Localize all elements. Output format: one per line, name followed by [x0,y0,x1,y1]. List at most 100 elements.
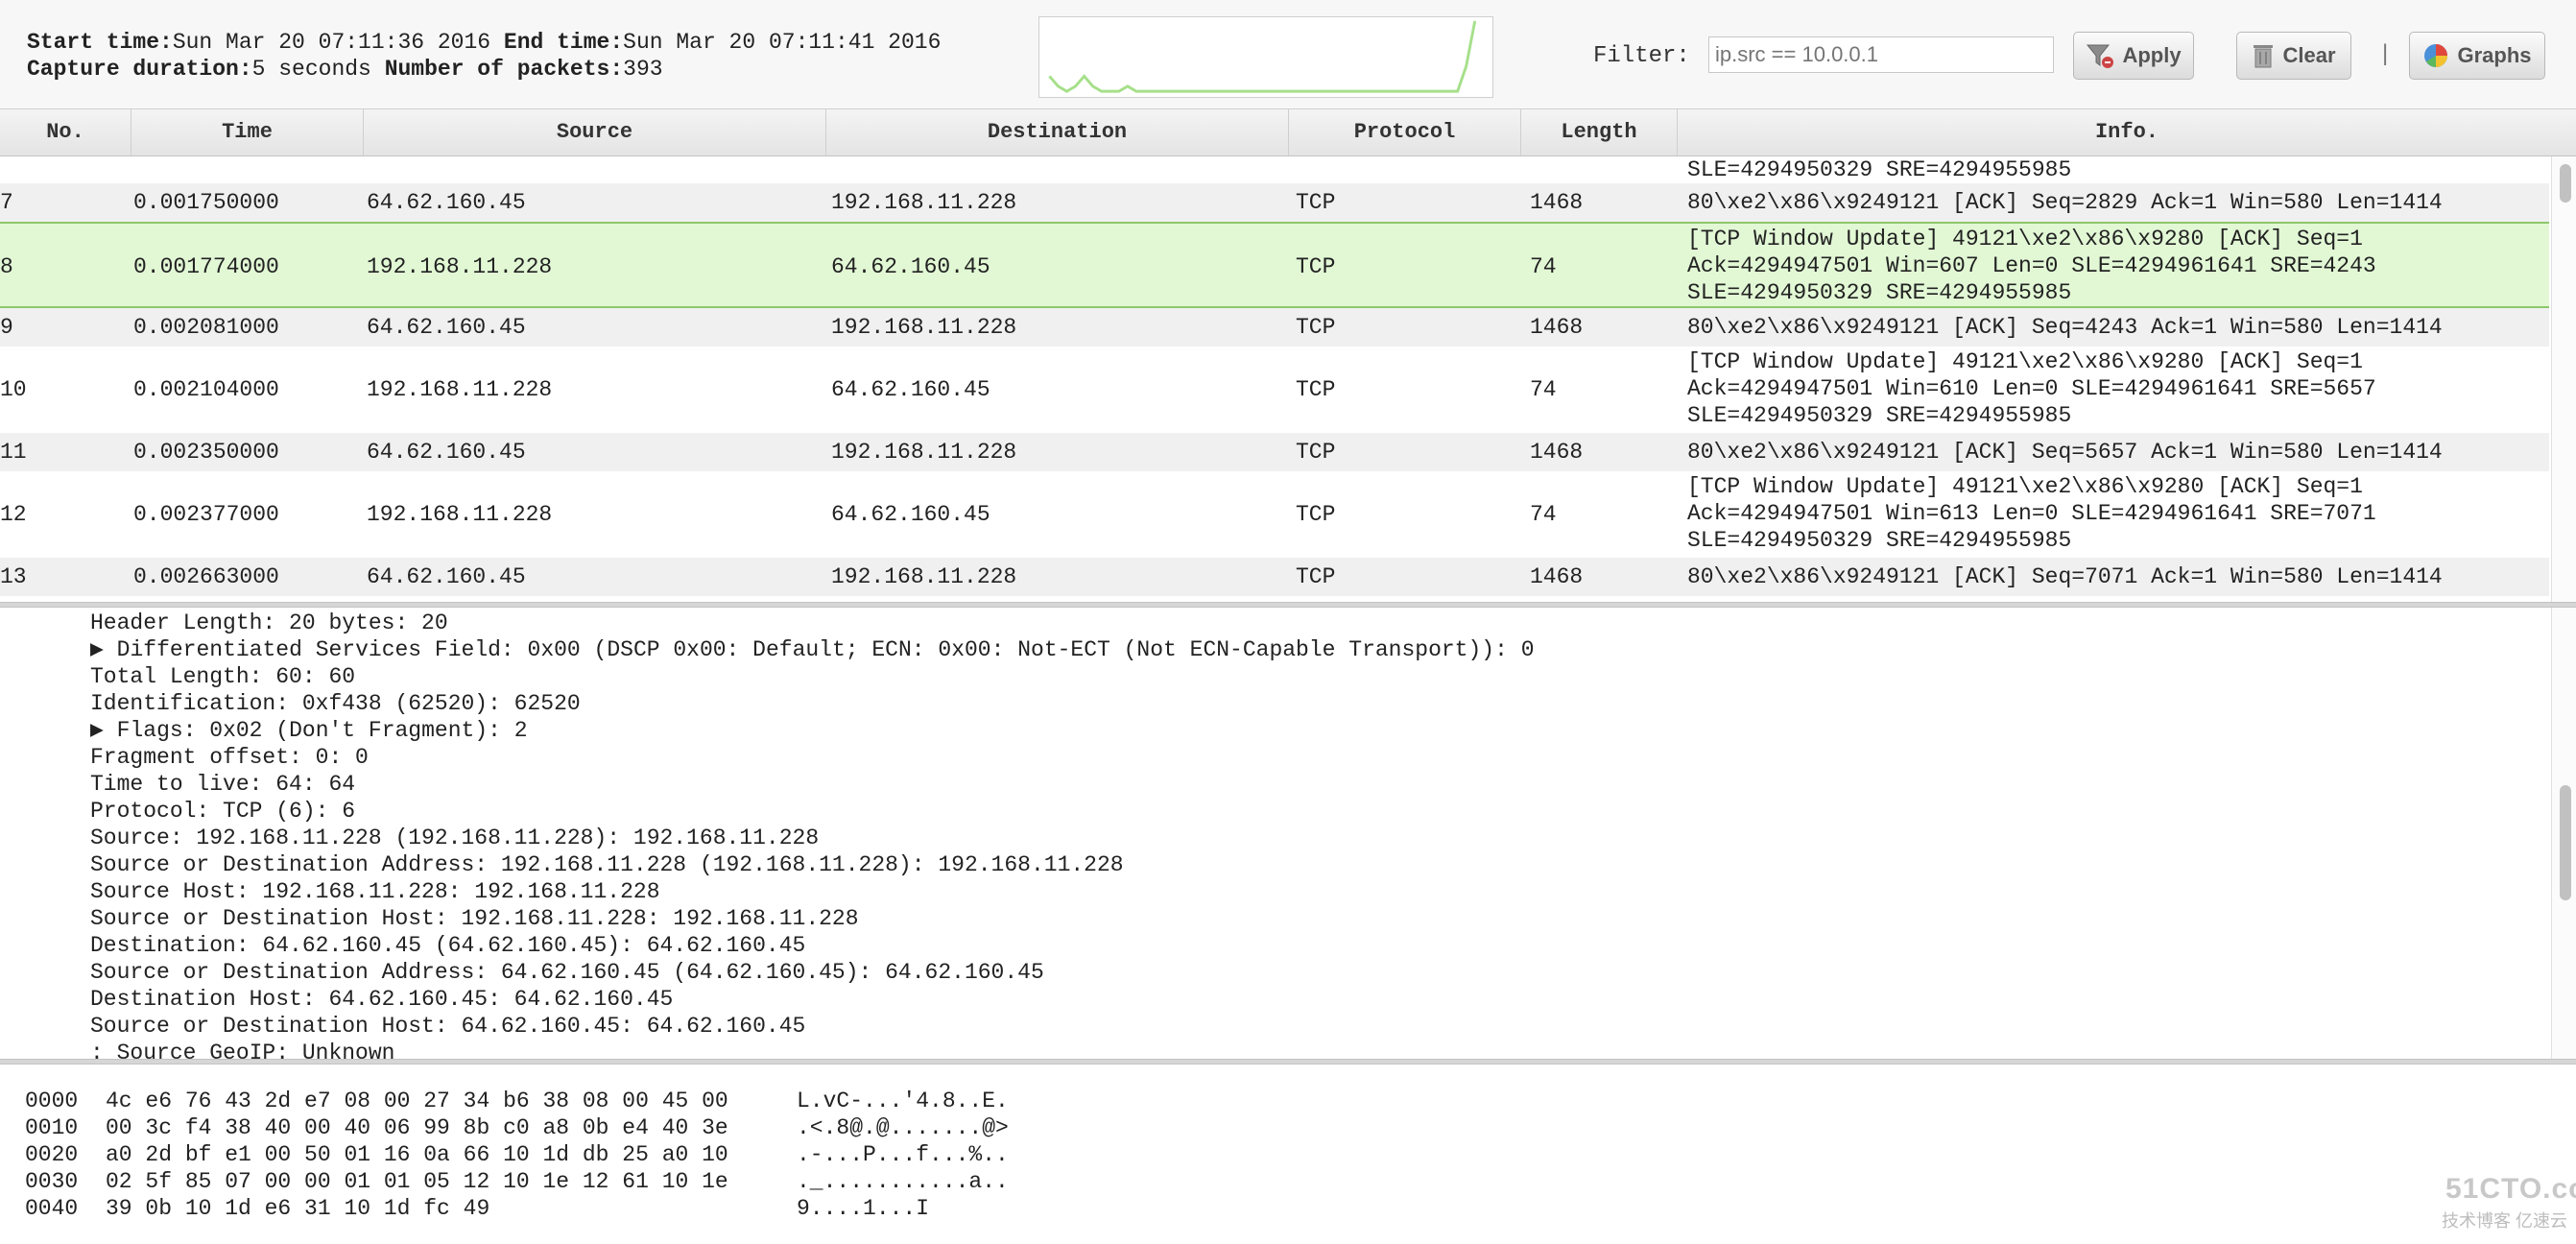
detail-line: Source or Destination Host: 64.62.160.45… [90,1013,805,1040]
hex-offset: 0000 [25,1088,79,1113]
packet-row[interactable]: 8 0.001774000 192.168.11.228 64.62.160.45 TC… [0,222,2549,308]
column-header-no[interactable]: No. [0,109,131,156]
packet-info-line: SLE=4294950329 SRE=4294955985 [1687,403,2072,428]
column-header-protocol[interactable]: Protocol [1289,109,1521,156]
packet-cell-no: 11 [0,440,27,465]
packet-cell-length: 1468 [1530,315,1584,340]
packet-row[interactable]: 13 0.002663000 64.62.160.45 192.168.11.228 T… [0,558,2549,596]
detail-text: Source or Destination Address: 192.168.1… [90,852,1124,877]
detail-text: : Source GeoIP: Unknown [90,1041,395,1059]
hex-bytes: 39 0b 10 1d e6 31 10 1d fc 49 [106,1196,490,1221]
traffic-sparkline [1038,16,1493,98]
graphs-button-label: Graphs [2457,43,2532,67]
hex-offset: 0020 [25,1142,79,1167]
packet-cell-source: 64.62.160.45 [367,440,526,465]
packet-row[interactable]: 10 0.002104000 192.168.11.228 64.62.160.45 T… [0,347,2549,433]
packet-cell-source: 64.62.160.45 [367,315,526,340]
packet-info-line: 80\xe2\x86\x9249121 [ACK] Seq=2829 Ack=1… [1687,190,2443,215]
packet-info-line: Ack=4294947501 Win=610 Len=0 SLE=4294961… [1687,376,2376,401]
graphs-button[interactable]: Graphs [2409,32,2545,80]
watermark-text: 51CTO.com [2445,1173,2576,1205]
packet-cell-destination: 192.168.11.228 [831,190,1017,215]
packet-cell-time: 0.001750000 [133,190,279,215]
packet-details-pane: Header Length: 20 bytes: 20 ▶ Differentia… [0,608,2549,1059]
packet-cell-source: 192.168.11.228 [367,377,553,402]
triangle-right-icon[interactable]: ▶ [90,718,117,743]
packet-cell-protocol: TCP [1296,254,1336,279]
detail-text: Source or Destination Host: 192.168.11.2… [90,906,859,931]
watermark-subtext: 技术博客 亿速云 [2442,1211,2568,1231]
packet-row[interactable]: 11 0.002350000 64.62.160.45 192.168.11.228 T… [0,433,2549,471]
packet-list-scroll-thumb[interactable] [2560,164,2571,203]
packet-info-line: 80\xe2\x86\x9249121 [ACK] Seq=4243 Ack=1… [1687,315,2443,340]
packet-cell-no: 13 [0,564,27,589]
packet-cell-protocol: TCP [1296,377,1336,402]
packet-cell-time: 0.002350000 [133,440,279,465]
triangle-right-icon[interactable]: ▶ [90,637,117,662]
packet-cell-length: 74 [1530,377,1557,402]
packet-cell-time: 0.002081000 [133,315,279,340]
packet-cell-protocol: TCP [1296,564,1336,589]
hex-offset: 0040 [25,1196,79,1221]
details-scroll-thumb[interactable] [2560,785,2571,900]
packet-cell-length: 1468 [1530,190,1584,215]
capture-stats-line: Capture duration:5 seconds Number of pac… [27,56,663,83]
packet-cell-source: 192.168.11.228 [367,254,553,279]
column-header-time[interactable]: Time [131,109,364,156]
packet-cell-no: 8 [0,254,13,279]
column-header-destination[interactable]: Destination [826,109,1289,156]
detail-text: Source or Destination Host: 64.62.160.45… [90,1014,806,1039]
packet-cell-no: 7 [0,190,13,215]
packet-info-line: SLE=4294950329 SRE=4294955985 [1687,157,2072,182]
packets-label: Number of packets: [384,57,624,82]
pane-divider[interactable] [0,1059,2576,1065]
hex-bytes: 02 5f 85 07 00 00 01 01 05 12 10 1e 12 6… [106,1169,728,1194]
packet-row[interactable]: 7 0.001750000 64.62.160.45 192.168.11.228 TC… [0,183,2549,222]
end-time-label: End time: [503,30,624,55]
column-header-length[interactable]: Length [1521,109,1678,156]
detail-line: Source Host: 192.168.11.228: 192.168.11.… [90,878,660,905]
detail-text: Time to live: 64: 64 [90,772,356,797]
column-header-source[interactable]: Source [364,109,826,156]
packet-cell-protocol: TCP [1296,190,1336,215]
detail-line: Destination Host: 64.62.160.45: 64.62.16… [90,986,673,1013]
detail-text: Header Length: 20 bytes: 20 [90,610,448,635]
detail-line: : Source GeoIP: Unknown [90,1040,394,1059]
apply-button-label: Apply [2122,43,2182,67]
detail-text: Fragment offset: 0: 0 [90,745,369,770]
detail-line: Source or Destination Address: 64.62.160… [90,959,1044,986]
sparkline-series [1048,20,1477,93]
detail-line[interactable]: ▶ Flags: 0x02 (Don't Fragment): 2 [90,717,528,744]
detail-text: Flags: 0x02 (Don't Fragment): 2 [116,718,528,743]
toolbar-separator: | [2382,40,2389,66]
packet-row[interactable]: 12 0.002377000 192.168.11.228 64.62.160.45 T… [0,471,2549,558]
filter-input[interactable] [1708,36,2054,73]
detail-line: Source or Destination Host: 192.168.11.2… [90,905,859,932]
packet-cell-time: 0.002663000 [133,564,279,589]
hex-ascii: 9....1...I [797,1196,930,1221]
detail-line: Fragment offset: 0: 0 [90,744,369,771]
packet-row[interactable]: 9 0.002081000 64.62.160.45 192.168.11.228 TC… [0,308,2549,347]
packets-value: 393 [623,57,663,82]
detail-text: Destination Host: 64.62.160.45: 64.62.16… [90,987,674,1012]
apply-button[interactable]: Apply [2073,32,2194,80]
packet-info-line: Ack=4294947501 Win=613 Len=0 SLE=4294961… [1687,501,2376,526]
funnel-icon [2087,44,2114,68]
details-scrollbar[interactable] [2551,608,2576,1059]
packet-cell-destination: 64.62.160.45 [831,502,990,527]
hex-dump-pane: 0000 4c e6 76 43 2d e7 08 00 27 34 b6 38 … [0,1065,2576,1244]
detail-text: Protocol: TCP (6): 6 [90,799,356,824]
packet-cell-no: 12 [0,502,27,527]
hex-bytes: 00 3c f4 38 40 00 40 06 99 8b c0 a8 0b e… [106,1115,728,1140]
packet-list-scrollbar[interactable] [2551,156,2576,602]
packet-cell-length: 74 [1530,254,1557,279]
packet-cell-time: 0.001774000 [133,254,279,279]
detail-line: Header Length: 20 bytes: 20 [90,610,448,636]
packet-cell-time: 0.002104000 [133,377,279,402]
packet-cell-length: 74 [1530,502,1557,527]
packet-row[interactable]: SLE=4294950329 SRE=4294955985 [0,156,2549,183]
column-header-info[interactable]: Info. [1678,109,2576,156]
clear-button-label: Clear [2282,43,2336,67]
detail-line[interactable]: ▶ Differentiated Services Field: 0x00 (D… [90,636,1535,663]
clear-button[interactable]: Clear [2236,32,2351,80]
